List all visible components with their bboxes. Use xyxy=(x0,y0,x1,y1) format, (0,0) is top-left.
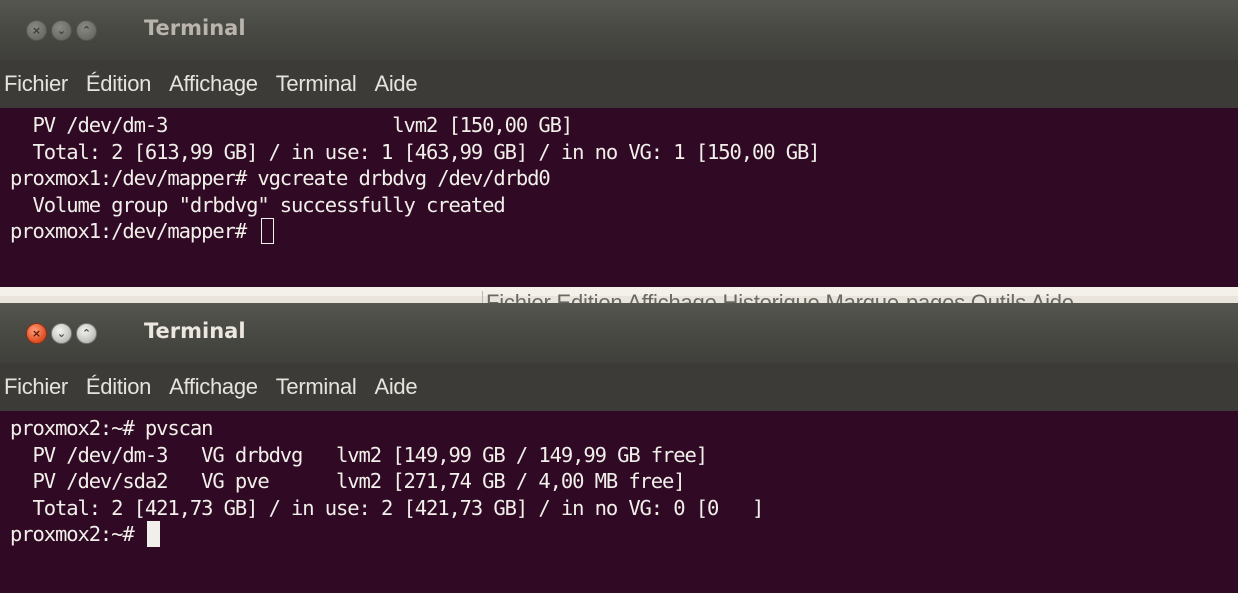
minimize-icon[interactable]: ⌄ xyxy=(51,20,72,41)
close-icon[interactable]: × xyxy=(26,323,47,344)
terminal-window-1[interactable]: × ⌄ ⌃ Terminal Fichier Édition Affichage… xyxy=(0,0,1238,287)
background-window: Fichier Edition Affichage Historique Mar… xyxy=(0,287,1238,303)
menu-edition[interactable]: Édition xyxy=(86,374,151,400)
shell-prompt: proxmox1:/dev/mapper# xyxy=(10,219,258,243)
window-title: Terminal xyxy=(144,16,246,40)
prompt-line[interactable]: proxmox1:/dev/mapper# xyxy=(10,218,1238,245)
menu-affichage[interactable]: Affichage xyxy=(169,374,258,400)
output-line: PV /dev/dm-3 lvm2 [150,00 GB] xyxy=(10,113,573,137)
output-line: proxmox2:~# pvscan xyxy=(10,416,213,440)
window-title: Terminal xyxy=(144,319,246,343)
title-bar[interactable]: × ⌄ ⌃ Terminal xyxy=(0,0,1238,60)
maximize-icon[interactable]: ⌃ xyxy=(76,20,97,41)
menu-terminal[interactable]: Terminal xyxy=(276,71,357,97)
divider xyxy=(482,291,483,303)
menu-fichier[interactable]: Fichier xyxy=(4,71,68,97)
output-line: proxmox1:/dev/mapper# vgcreate drbdvg /d… xyxy=(10,166,551,190)
text-cursor xyxy=(146,521,160,547)
terminal-output[interactable]: PV /dev/dm-3 lvm2 [150,00 GB] Total: 2 [… xyxy=(0,108,1238,287)
shell-prompt: proxmox2:~# xyxy=(10,522,145,546)
output-line: Volume group "drbdvg" successfully creat… xyxy=(10,192,505,217)
output-line: Total: 2 [613,99 GB] / in use: 1 [463,99… xyxy=(10,139,820,164)
prompt-line[interactable]: proxmox2:~# xyxy=(10,521,1238,548)
menu-aide[interactable]: Aide xyxy=(374,374,417,400)
output-line: Total: 2 [421,73 GB] / in use: 2 [421,73… xyxy=(10,495,764,520)
text-cursor xyxy=(261,218,275,244)
menu-terminal[interactable]: Terminal xyxy=(276,374,357,400)
menu-edition[interactable]: Édition xyxy=(86,71,151,97)
menu-affichage[interactable]: Affichage xyxy=(169,71,258,97)
terminal-output[interactable]: proxmox2:~# pvscan PV /dev/dm-3 VG drbdv… xyxy=(0,411,1238,593)
output-line: PV /dev/sda2 VG pve lvm2 [271,74 GB / 4,… xyxy=(10,469,685,493)
menu-fichier[interactable]: Fichier xyxy=(4,374,68,400)
background-menu-text: Fichier Edition Affichage Historique Mar… xyxy=(486,290,1074,303)
close-icon[interactable]: × xyxy=(26,20,47,41)
terminal-window-2[interactable]: × ⌄ ⌃ Terminal Fichier Édition Affichage… xyxy=(0,303,1238,593)
menu-bar: Fichier Édition Affichage Terminal Aide xyxy=(0,363,1238,411)
maximize-icon[interactable]: ⌃ xyxy=(76,323,97,344)
output-line: PV /dev/dm-3 VG drbdvg lvm2 [149,99 GB /… xyxy=(10,442,708,467)
minimize-icon[interactable]: ⌄ xyxy=(51,323,72,344)
title-bar[interactable]: × ⌄ ⌃ Terminal xyxy=(0,303,1238,363)
menu-aide[interactable]: Aide xyxy=(374,71,417,97)
menu-bar: Fichier Édition Affichage Terminal Aide xyxy=(0,60,1238,108)
